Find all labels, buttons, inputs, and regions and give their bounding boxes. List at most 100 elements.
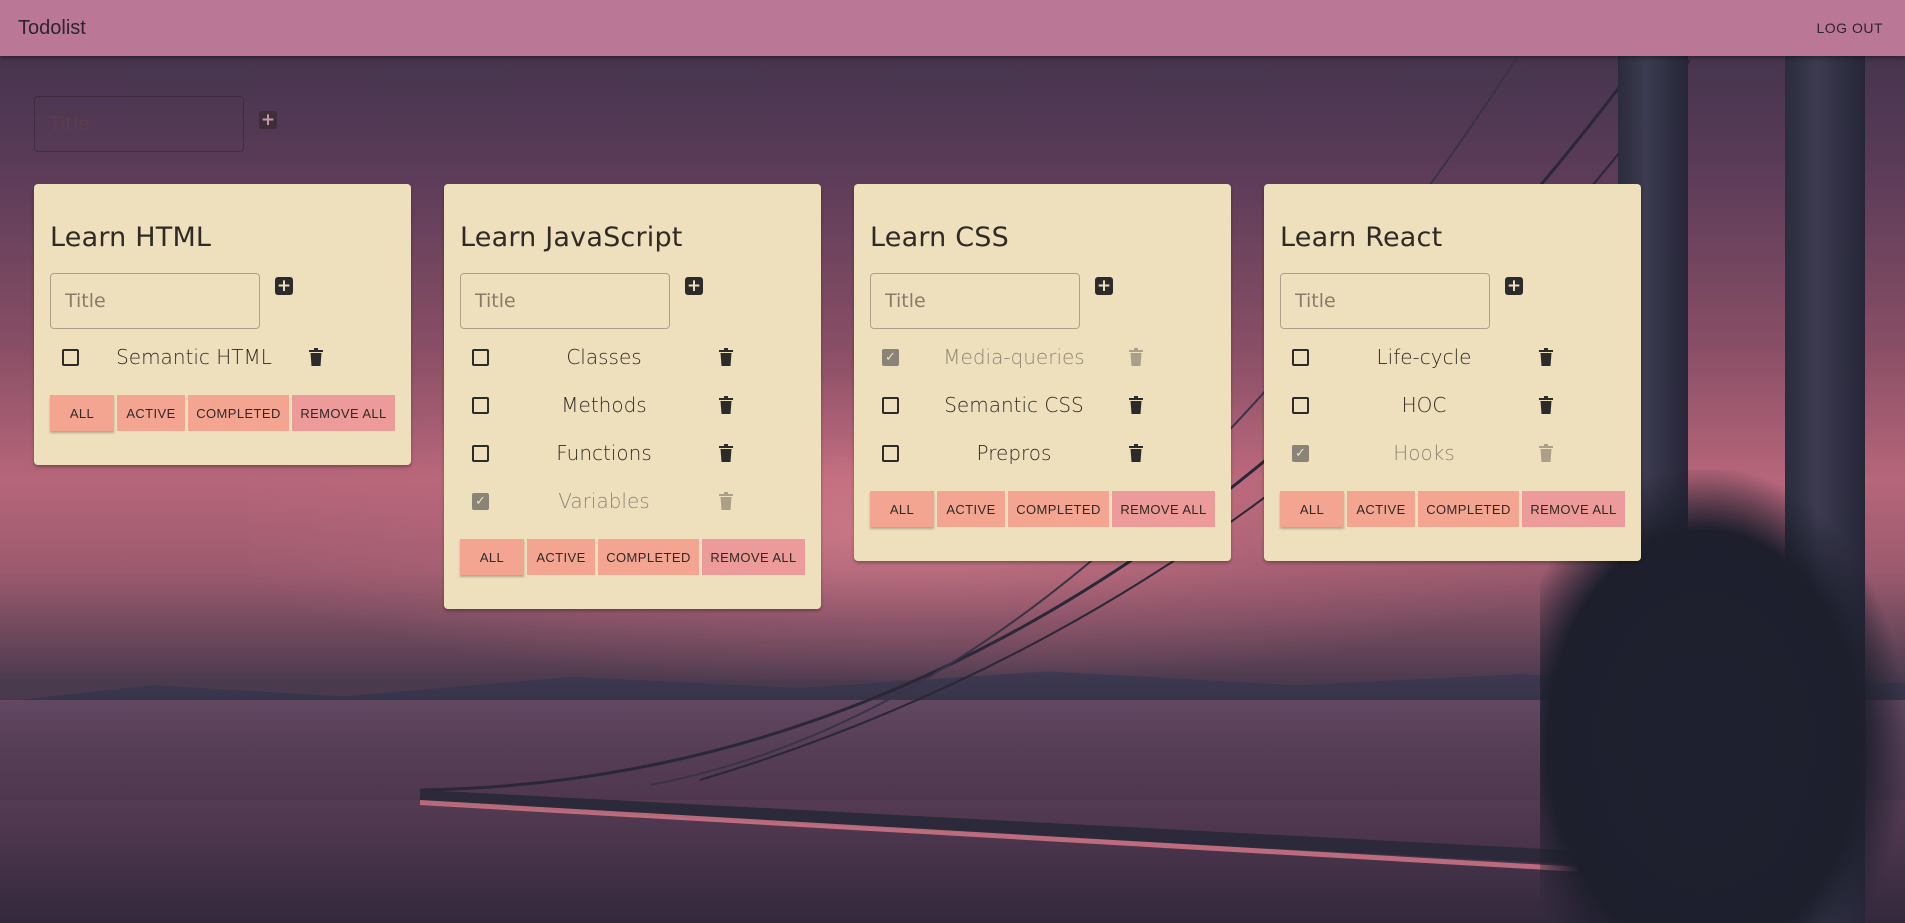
plus-square-icon: + xyxy=(276,275,292,296)
filter-completed-button[interactable]: COMPLETED xyxy=(188,395,289,431)
new-task-form: + xyxy=(460,273,805,329)
trash-icon[interactable] xyxy=(719,443,734,463)
filter-completed-button[interactable]: COMPLETED xyxy=(1418,491,1519,527)
todo-list-card: Learn CSS + ✓Media-queries Semantic CSS Prep… xyxy=(854,184,1231,561)
task-item: Semantic HTML xyxy=(50,333,395,381)
task-checkbox[interactable]: ✓ xyxy=(882,348,899,366)
remove-all-button[interactable]: REMOVE ALL xyxy=(1522,491,1625,527)
task-title[interactable]: Variables xyxy=(489,489,719,513)
task-item: ✓ Media-queries xyxy=(870,333,1215,381)
trash-icon[interactable] xyxy=(719,347,734,367)
todo-lists: Learn HTML+Semantic HTMLALLACTIVECOMPLET… xyxy=(34,184,1641,609)
add-task-button[interactable]: + xyxy=(685,277,703,295)
task-checkbox[interactable]: ✓ xyxy=(1292,444,1309,462)
task-list: Classes Methods Functions ✓ Variables xyxy=(460,333,805,525)
list-title: Learn CSS xyxy=(870,222,1009,253)
filter-active-button[interactable]: ACTIVE xyxy=(1347,491,1415,527)
new-list-form: + xyxy=(34,96,277,152)
todo-list-card: Learn React + Life-cycle HOC ✓Hooks ALLACTIVE… xyxy=(1264,184,1641,561)
todo-list-card: Learn HTML + Semantic HTML ALLACTIVECOMPLET… xyxy=(34,184,411,465)
new-list-title-input[interactable] xyxy=(34,96,244,152)
task-title[interactable]: Methods xyxy=(489,393,719,417)
todo-list-card: Learn JavaScript + Classes Methods Functions… xyxy=(444,184,821,609)
filter-all-button[interactable]: ALL xyxy=(460,539,524,575)
trash-icon[interactable] xyxy=(1539,395,1554,415)
filter-completed-button[interactable]: COMPLETED xyxy=(1008,491,1109,527)
new-task-title-input[interactable] xyxy=(50,273,260,329)
task-checkbox[interactable] xyxy=(472,444,489,462)
filter-all-button[interactable]: ALL xyxy=(1280,491,1344,527)
filter-buttons: ALL ACTIVE COMPLETED REMOVE ALL xyxy=(870,491,1215,527)
plus-square-icon: + xyxy=(1096,275,1112,296)
add-task-button[interactable]: + xyxy=(1505,277,1523,295)
filter-all-button[interactable]: ALL xyxy=(870,491,934,527)
filter-buttons: ALL ACTIVE COMPLETED REMOVE ALL xyxy=(1280,491,1625,527)
trash-icon[interactable] xyxy=(719,491,734,511)
new-task-form: + xyxy=(1280,273,1625,329)
task-checkbox[interactable] xyxy=(1292,348,1309,366)
task-title[interactable]: Functions xyxy=(489,441,719,465)
plus-square-icon: + xyxy=(260,109,276,130)
task-checkbox[interactable] xyxy=(1292,396,1309,414)
task-title[interactable]: Prepros xyxy=(899,441,1129,465)
task-title[interactable]: Life-cycle xyxy=(1309,345,1539,369)
task-title[interactable]: Semantic CSS xyxy=(899,393,1129,417)
task-item: Semantic CSS xyxy=(870,381,1215,429)
trash-icon[interactable] xyxy=(1539,443,1554,463)
task-checkbox[interactable] xyxy=(882,396,899,414)
task-title[interactable]: HOC xyxy=(1309,393,1539,417)
task-item: Classes xyxy=(460,333,805,381)
task-item: Life-cycle xyxy=(1280,333,1625,381)
trash-icon[interactable] xyxy=(1129,395,1144,415)
new-task-title-input[interactable] xyxy=(1280,273,1490,329)
new-task-title-input[interactable] xyxy=(870,273,1080,329)
task-checkbox[interactable] xyxy=(472,396,489,414)
remove-all-button[interactable]: REMOVE ALL xyxy=(292,395,395,431)
trash-icon[interactable] xyxy=(719,395,734,415)
logout-button[interactable]: LOG OUT xyxy=(1812,14,1887,42)
filter-active-button[interactable]: ACTIVE xyxy=(527,539,595,575)
new-task-title-input[interactable] xyxy=(460,273,670,329)
add-task-button[interactable]: + xyxy=(275,277,293,295)
list-title: Learn React xyxy=(1280,222,1443,253)
task-checkbox[interactable] xyxy=(472,348,489,366)
trash-icon[interactable] xyxy=(1129,443,1144,463)
app-title: Todolist xyxy=(18,16,86,39)
filter-buttons: ALL ACTIVE COMPLETED REMOVE ALL xyxy=(460,539,805,575)
trash-icon[interactable] xyxy=(1129,347,1144,367)
add-task-button[interactable]: + xyxy=(1095,277,1113,295)
task-checkbox[interactable] xyxy=(882,444,899,462)
task-checkbox[interactable] xyxy=(62,348,79,366)
task-item: ✓ Hooks xyxy=(1280,429,1625,477)
task-list: ✓ Media-queries Semantic CSS Prepros xyxy=(870,333,1215,477)
task-item: Methods xyxy=(460,381,805,429)
task-list: Life-cycle HOC ✓ Hooks xyxy=(1280,333,1625,477)
task-title[interactable]: Media-queries xyxy=(899,345,1129,369)
task-list: Semantic HTML xyxy=(50,333,395,381)
task-item: ✓ Variables xyxy=(460,477,805,525)
filter-active-button[interactable]: ACTIVE xyxy=(937,491,1005,527)
task-item: HOC xyxy=(1280,381,1625,429)
trash-icon[interactable] xyxy=(309,347,324,367)
plus-square-icon: + xyxy=(1506,275,1522,296)
plus-square-icon: + xyxy=(686,275,702,296)
filter-buttons: ALL ACTIVE COMPLETED REMOVE ALL xyxy=(50,395,395,431)
remove-all-button[interactable]: REMOVE ALL xyxy=(1112,491,1215,527)
add-list-button[interactable]: + xyxy=(259,111,277,129)
list-title: Learn HTML xyxy=(50,222,212,253)
remove-all-button[interactable]: REMOVE ALL xyxy=(702,539,805,575)
task-title[interactable]: Semantic HTML xyxy=(79,345,309,369)
task-checkbox[interactable]: ✓ xyxy=(472,492,489,510)
task-item: Functions xyxy=(460,429,805,477)
app-bar: Todolist LOG OUT xyxy=(0,0,1905,56)
trash-icon[interactable] xyxy=(1539,347,1554,367)
task-title[interactable]: Hooks xyxy=(1309,441,1539,465)
filter-active-button[interactable]: ACTIVE xyxy=(117,395,185,431)
task-item: Prepros xyxy=(870,429,1215,477)
new-task-form: + xyxy=(50,273,395,329)
filter-all-button[interactable]: ALL xyxy=(50,395,114,431)
new-task-form: + xyxy=(870,273,1215,329)
task-title[interactable]: Classes xyxy=(489,345,719,369)
filter-completed-button[interactable]: COMPLETED xyxy=(598,539,699,575)
list-title: Learn JavaScript xyxy=(460,222,683,253)
